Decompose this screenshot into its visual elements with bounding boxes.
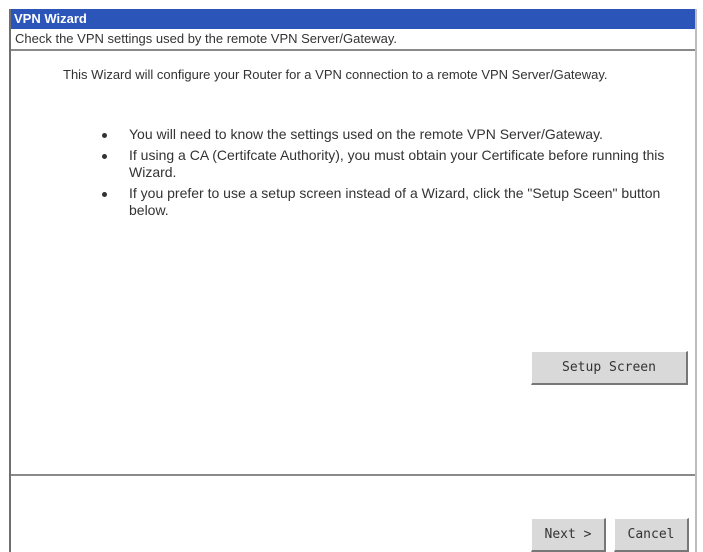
bullet-icon — [102, 192, 107, 197]
requirements-list: You will need to know the settings used … — [79, 126, 691, 223]
setup-screen-button[interactable]: Setup Screen — [531, 351, 688, 385]
next-button[interactable]: Next > — [531, 518, 606, 552]
list-item-text: If you prefer to use a setup screen inst… — [129, 185, 661, 218]
list-item-text: You will need to know the settings used … — [129, 126, 603, 142]
footer-divider — [11, 474, 695, 476]
bullet-icon — [102, 154, 107, 159]
list-item-text: If using a CA (Certifcate Authority), yo… — [129, 147, 665, 180]
vpn-wizard-window: VPN Wizard Check the VPN settings used b… — [9, 9, 697, 552]
list-item: If using a CA (Certifcate Authority), yo… — [79, 147, 691, 181]
intro-text: This Wizard will configure your Router f… — [63, 67, 608, 82]
window-title: VPN Wizard — [11, 9, 695, 29]
window-subtitle: Check the VPN settings used by the remot… — [11, 29, 695, 51]
wizard-content: This Wizard will configure your Router f… — [11, 51, 695, 473]
bullet-icon — [102, 133, 107, 138]
cancel-button[interactable]: Cancel — [614, 518, 689, 552]
list-item: If you prefer to use a setup screen inst… — [79, 185, 691, 219]
list-item: You will need to know the settings used … — [79, 126, 691, 143]
